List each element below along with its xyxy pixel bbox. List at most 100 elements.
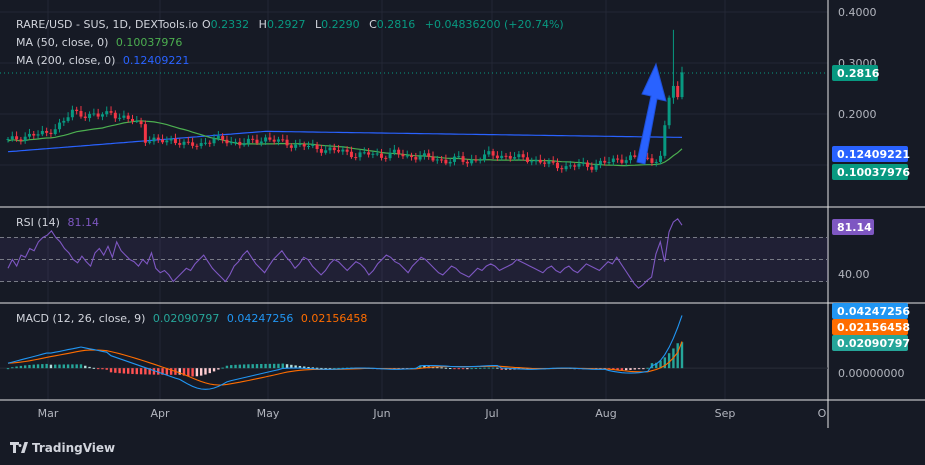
macd-histogram-bar xyxy=(277,363,280,369)
candle xyxy=(491,151,495,156)
candle xyxy=(289,145,293,148)
candle xyxy=(62,120,66,123)
candle xyxy=(517,154,521,158)
candle xyxy=(169,138,173,141)
macd-histogram-bar xyxy=(79,364,83,369)
candle xyxy=(70,109,74,118)
macd-histogram-bar xyxy=(187,368,190,377)
macd-histogram-bar xyxy=(440,367,443,369)
symbol-title: RARE/USD - SUS, 1D, DEXTools.io xyxy=(16,18,198,31)
candle xyxy=(100,114,104,117)
candle xyxy=(414,157,418,160)
macd-histogram-bar xyxy=(238,364,242,369)
macd-histogram-bar xyxy=(101,368,104,370)
candle xyxy=(315,144,319,149)
macd-histogram-bar xyxy=(637,368,641,370)
candle xyxy=(234,141,238,143)
candle xyxy=(79,111,83,117)
candle xyxy=(504,155,508,157)
macd-histogram-bar xyxy=(444,367,448,369)
candle xyxy=(75,109,79,112)
candle xyxy=(422,153,426,157)
candle xyxy=(487,151,491,155)
candle xyxy=(10,136,14,139)
candle xyxy=(405,155,409,157)
macd-histogram-bar xyxy=(62,364,66,369)
candle xyxy=(427,153,431,157)
macd-histogram-bar xyxy=(629,368,632,370)
candle xyxy=(573,165,577,167)
macd-histogram-bar xyxy=(23,365,27,369)
time-tick-label: Sep xyxy=(715,407,736,420)
candle xyxy=(139,121,143,125)
candle xyxy=(500,155,504,159)
macd-histogram-bar xyxy=(71,364,74,369)
candle xyxy=(616,158,620,160)
macd-histogram-bar xyxy=(260,363,263,369)
candle xyxy=(268,137,272,140)
candle xyxy=(556,162,560,169)
time-tick-label: Mar xyxy=(38,407,59,420)
chart-area xyxy=(0,0,925,465)
candle xyxy=(23,136,27,141)
candle xyxy=(633,155,637,157)
price-tick-label: 0.2000 xyxy=(838,108,877,121)
macd-legend[interactable]: MACD (12, 26, close, 9) 0.02090797 0.042… xyxy=(16,312,367,325)
candle xyxy=(663,125,667,156)
candle xyxy=(216,136,220,139)
candle xyxy=(148,141,152,143)
macd-histogram-bar xyxy=(264,363,267,369)
candle xyxy=(32,133,36,136)
ma50-legend[interactable]: MA (50, close, 0) 0.10037976 xyxy=(16,36,182,49)
candle xyxy=(379,153,383,158)
candle xyxy=(276,139,280,142)
candle xyxy=(538,159,542,163)
candle xyxy=(461,156,465,162)
macd-histogram-bar xyxy=(212,368,216,372)
macd-histogram-bar xyxy=(234,364,237,369)
candle xyxy=(27,133,31,137)
time-tick-label: Apr xyxy=(150,407,170,420)
price-chart[interactable]: 0.40000.30000.20000.28160.124092210.1003… xyxy=(0,0,925,465)
candle xyxy=(659,155,663,162)
candle xyxy=(530,161,534,163)
candle xyxy=(238,141,242,146)
ma200-legend[interactable]: MA (200, close, 0) 0.12409221 xyxy=(16,54,189,67)
candle xyxy=(126,115,130,119)
candle xyxy=(45,130,49,133)
macd-histogram-bar xyxy=(45,363,48,369)
candle xyxy=(182,141,186,145)
candle xyxy=(392,149,396,153)
candle xyxy=(264,137,268,142)
candle xyxy=(225,139,229,144)
time-tick-label: Aug xyxy=(595,407,616,420)
price-tick-label: 0.4000 xyxy=(838,6,877,19)
candle xyxy=(298,144,302,146)
macd-histogram-bar xyxy=(491,367,495,369)
candle xyxy=(113,112,117,119)
rsi-legend[interactable]: RSI (14) 81.14 xyxy=(16,216,99,229)
candle xyxy=(680,72,684,98)
candle xyxy=(590,166,594,170)
macd-histogram-bar xyxy=(208,368,211,374)
candle xyxy=(324,150,328,153)
candle xyxy=(594,164,598,170)
macd-histogram-bar xyxy=(139,368,143,375)
candle xyxy=(611,158,615,163)
candle xyxy=(474,159,478,161)
candle xyxy=(547,161,551,164)
candle xyxy=(199,142,203,147)
candle xyxy=(628,155,632,161)
candle xyxy=(332,147,336,151)
macd-histogram-bar xyxy=(285,364,289,369)
candle xyxy=(388,152,392,159)
macd-histogram-bar xyxy=(453,368,456,370)
macd-histogram-bar xyxy=(66,364,70,369)
macd-histogram-bar xyxy=(28,364,31,369)
candle xyxy=(40,130,44,135)
candle xyxy=(384,157,388,159)
candle xyxy=(560,168,564,170)
candle xyxy=(508,155,512,159)
macd-histogram-bar xyxy=(281,363,284,369)
macd-histogram-bar xyxy=(470,368,473,370)
